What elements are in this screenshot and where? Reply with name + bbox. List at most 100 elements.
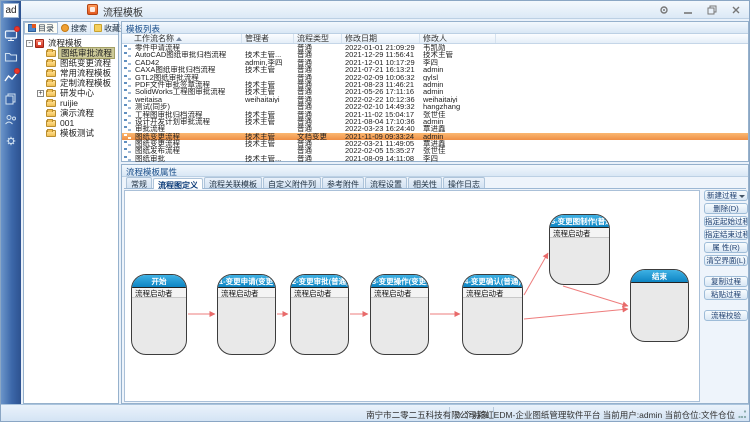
column-header[interactable]: 修改人 [420,34,496,43]
tree-item-label: 定制流程模板 [58,78,113,88]
flow-node[interactable]: 2-变更审批(普通)流程启动者 [290,274,349,355]
folder-icon [46,90,56,97]
folder-icon [46,70,56,77]
action-button[interactable]: 流程校验 [704,310,748,321]
action-button[interactable]: 粘贴过程 [704,289,748,300]
sort-ascending-icon [176,37,182,41]
folder-icon [46,120,56,127]
tree-item[interactable]: +研发中心 [26,88,118,98]
catalog-tab-2[interactable]: 搜索 [58,22,91,34]
process-type: 文档变更 [294,133,342,140]
gear-icon[interactable] [4,134,18,148]
action-button[interactable]: 删除(D) [704,203,748,214]
flow-node[interactable]: 结束 [630,269,689,342]
catalog-icon [28,24,36,32]
properties-tab-5[interactable]: 参考附件 [322,177,364,188]
manager: 技术主管 [242,88,294,95]
maximize-icon[interactable] [705,3,719,16]
modified-date: 2022-02-22 10:12:36 [342,96,420,103]
workflow-row[interactable]: GTL2图纸审批流程普通2022-02-09 10:06:32gylsl [122,74,748,81]
tree-item[interactable]: 模板测试 [26,128,118,138]
column-label: 修改日期 [345,34,377,43]
workflow-row[interactable]: CAD42admin,李四普通2021-12-01 10:17:29李四 [122,59,748,66]
properties-tab-1[interactable]: 常规 [126,177,152,188]
modified-date: 2022-03-23 16:24:40 [342,125,420,132]
catalog-tab-1[interactable]: 目录 [24,22,58,34]
properties-tab-2[interactable]: 流程图定义 [153,178,203,189]
manager: 技术主管 [242,133,294,140]
tree-item[interactable]: ruijie [26,98,118,108]
workflow-row[interactable]: weitaisaweihaitaiyi普通2022-02-22 10:12:36… [122,96,748,103]
flowchart-canvas[interactable]: 开始流程启动者 1-变更申请(变更申流程启动者2-变更审批(普通)流程启动者 3-变… [124,190,700,402]
flow-node-actor: 流程启动者 [132,288,186,298]
template-list-panel: 模板列表 工作流名称管理者流程类型修改日期 修改人 零件申请流程普通2022-01… [121,21,749,162]
tree-expander[interactable]: - [26,40,33,47]
template-list-header: 模板列表 [122,22,748,34]
folder-icon[interactable] [4,50,18,64]
close-icon[interactable] [729,3,743,16]
properties-tab-6[interactable]: 流程设置 [365,177,407,188]
properties-tab-3[interactable]: 流程关联模板 [204,177,262,188]
tree-item[interactable]: 图纸审批流程 [26,48,118,58]
minimize-icon[interactable] [681,3,695,16]
activity-chart-icon[interactable] [4,71,18,85]
workflow-row[interactable]: SolidWorks工程图审批流程技术主管普通2021-05-26 17:11:… [122,88,748,95]
column-header[interactable]: 流程类型 [294,34,342,43]
copy-icon[interactable] [4,92,18,106]
manager: 技术主管... [242,155,294,162]
workflow-row[interactable]: 图纸变更流程技术主管文档变更2021-11-09 09:33:24admin [122,133,748,140]
tree-item[interactable]: 定制流程模板 [26,78,118,88]
modified-by: 张世佳 [420,111,496,118]
action-button[interactable]: 指定起始过程(B) [704,216,748,227]
users-icon[interactable] [4,113,18,127]
manager: 技术主管 [242,111,294,118]
tab-label: 目录 [38,23,54,34]
flow-node[interactable]: 1-变更申请(变更申流程启动者 [217,274,276,355]
flow-node[interactable]: 4-变更确认(普通)流程启动者 [462,274,523,355]
action-button[interactable]: 新建过程 [704,190,748,201]
workflow-row[interactable]: 工程图审批归档流程技术主管普通2021-11-02 15:04:17张世佳 [122,111,748,118]
workflow-row[interactable]: 审批流程普通2022-03-23 16:24:40覃进鑫 [122,125,748,132]
properties-tab-8[interactable]: 操作日志 [443,177,485,188]
properties-tab-7[interactable]: 相关性 [408,177,442,188]
resize-grip[interactable] [738,410,747,419]
tree-item[interactable]: 演示流程 [26,108,118,118]
workflow-row[interactable]: 图纸变更流程技术主管普通2022-03-21 11:49:05覃进鑫 [122,140,748,147]
workflow-row[interactable]: 设计开发计划审批流程技术主管普通2021-08-04 17:10:36admin [122,118,748,125]
column-header[interactable]: 管理者 [242,34,294,43]
workflow-row[interactable]: 图纸审批技术主管...普通2021-08-09 14:11:08李四 [122,155,748,162]
workflow-row[interactable]: CAXA图纸审批归档流程技术主管普通2021-07-21 16:13:21adm… [122,66,748,73]
properties-tab-4[interactable]: 自定义附件列 [263,177,321,188]
tree-item-label: ruijie [58,98,80,108]
tree-expander[interactable]: + [37,90,44,97]
action-button[interactable]: 属 性(R) [704,242,748,253]
tree-item[interactable]: 常用流程模板 [26,68,118,78]
tree-spacer [37,80,44,87]
action-button[interactable]: 复制过程 [704,276,748,287]
workflow-row[interactable]: PDF文件审批签章流程技术主管普通2021-08-23 11:46:21admi… [122,81,748,88]
tree-spacer [37,70,44,77]
activity-bar: ad [1,1,21,406]
monitor-icon[interactable] [4,29,18,43]
workflow-row[interactable]: 零件申请流程普通2022-01-01 21:09:29韦凯勋 [122,44,748,51]
action-button[interactable]: 清空界面(L) [704,255,748,266]
workflow-row[interactable]: AutoCAD图纸审批归档流程技术主管...普通2021-12-29 11:56… [122,51,748,58]
modified-date: 2022-02-10 14:49:32 [342,103,420,110]
column-header[interactable]: 工作流名称 [122,34,242,43]
button-label: 属 性(R) [712,243,740,252]
flow-node[interactable]: 3-变更操作(变更操流程启动者 [370,274,429,355]
column-header[interactable]: 修改日期 [342,34,420,43]
modified-by: admin [420,133,496,140]
flow-node[interactable]: 5-变更图制作(普通)流程启动者 [549,214,610,285]
modified-date: 2022-03-21 11:49:05 [342,140,420,147]
workflow-row[interactable]: 测试(同步)普通2022-02-10 14:49:32hangzhang [122,103,748,110]
settings-icon[interactable] [657,3,671,16]
action-button[interactable]: 指定结束过程(E) [704,229,748,240]
tree-item[interactable]: 图纸变更流程 [26,58,118,68]
flow-node[interactable]: 开始流程启动者 [131,274,187,355]
modified-date: 2021-08-09 14:11:08 [342,155,420,162]
folder-icon [46,50,56,57]
workflow-row[interactable]: 图纸发布流程普通2022-02-05 15:35:27张世佳 [122,147,748,154]
tree-item[interactable]: 001 [26,118,118,128]
tree-spacer [37,130,44,137]
